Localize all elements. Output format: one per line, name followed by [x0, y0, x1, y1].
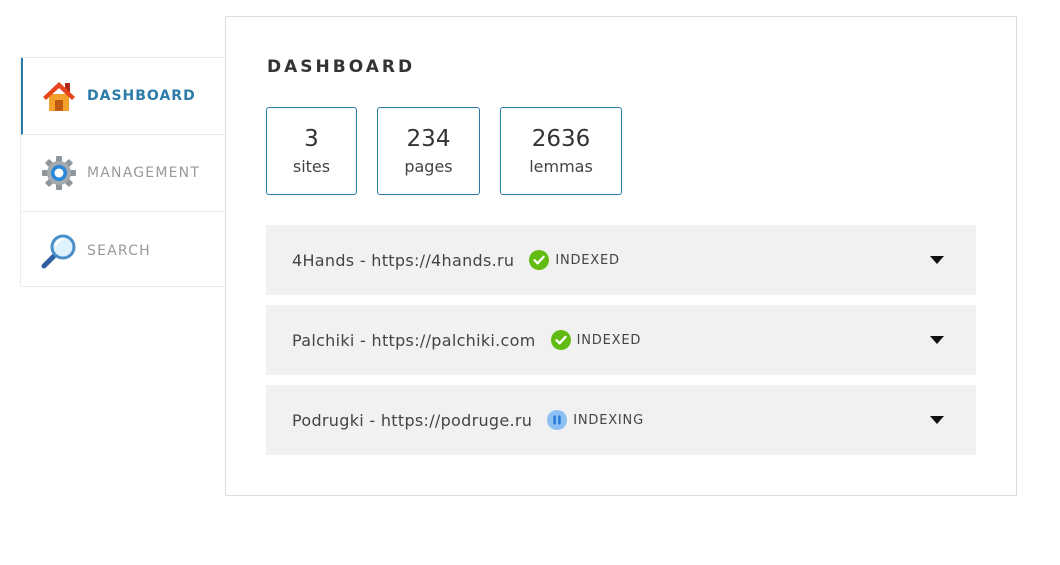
chevron-down-icon[interactable] [930, 336, 944, 344]
sidebar-item-label: SEARCH [87, 242, 151, 259]
dashboard-panel: DASHBOARD 3 sites 234 pages 2636 lemmas … [225, 16, 1017, 496]
stat-label: lemmas [529, 156, 593, 176]
sidebar: DASHBOARD MANAGEMENT SEARCH [20, 57, 224, 287]
pause-circle-icon [547, 410, 568, 430]
stats-summary: 3 sites 234 pages 2636 lemmas [266, 107, 622, 195]
site-row-4hands[interactable]: 4Hands - https://4hands.ru INDEXED [266, 225, 976, 295]
site-name: Podrugki - https://podruge.ru [292, 410, 533, 430]
site-name: 4Hands - https://4hands.ru [292, 250, 515, 270]
sidebar-item-management[interactable]: MANAGEMENT [21, 135, 224, 212]
stat-value: 234 [406, 126, 451, 153]
chevron-down-icon[interactable] [930, 256, 944, 264]
stat-label: pages [404, 156, 453, 176]
stat-label: sites [292, 156, 331, 176]
status-badge: INDEXING [573, 412, 644, 428]
site-name: Palchiki - https://palchiki.com [292, 330, 536, 350]
home-icon [41, 78, 77, 114]
page-title: DASHBOARD [267, 57, 416, 77]
sidebar-item-label: MANAGEMENT [87, 165, 201, 181]
sidebar-item-label: DASHBOARD [87, 88, 196, 104]
stat-card-lemmas: 2636 lemmas [500, 107, 622, 195]
stat-value: 2636 [531, 126, 591, 153]
site-row-podrugki[interactable]: Podrugki - https://podruge.ru INDEXING [266, 385, 976, 455]
sites-list: 4Hands - https://4hands.ru INDEXED Palch… [266, 225, 976, 465]
stat-value: 3 [304, 126, 319, 153]
check-circle-icon [550, 330, 571, 350]
chevron-down-icon[interactable] [930, 416, 944, 424]
gear-icon [41, 155, 77, 191]
sidebar-item-dashboard[interactable]: DASHBOARD [21, 58, 224, 135]
status-badge: INDEXED [576, 332, 642, 348]
stat-card-pages: 234 pages [377, 107, 480, 195]
stat-card-sites: 3 sites [266, 107, 357, 195]
magnifier-icon [41, 233, 77, 269]
status-badge: INDEXED [555, 252, 620, 268]
sidebar-item-search[interactable]: SEARCH [21, 212, 224, 289]
site-row-palchiki[interactable]: Palchiki - https://palchiki.com INDEXED [266, 305, 976, 375]
check-circle-icon [529, 250, 550, 270]
